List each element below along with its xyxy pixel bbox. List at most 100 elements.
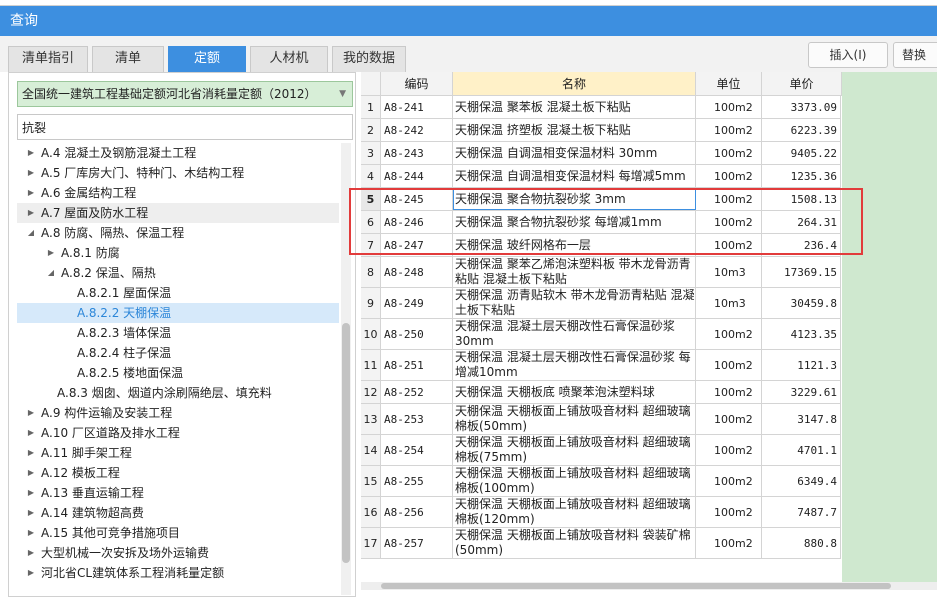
tree-scrollbar-thumb[interactable] (342, 323, 350, 563)
expand-icon[interactable]: ▶ (25, 523, 37, 543)
expand-icon[interactable]: ▶ (25, 423, 37, 443)
cell-price-text: 3373.09 (790, 100, 837, 114)
tab-bill[interactable]: 清单 (92, 46, 164, 72)
table-row[interactable]: 13 A8-253 天棚保温 天棚板面上铺放吸音材料 超细玻璃棉板(50mm) 100… (361, 404, 841, 435)
table-row[interactable]: 12 A8-252 天棚保温 天棚板底 喷聚苯泡沫塑料球 100m2 3229.61 (361, 381, 841, 404)
query-window: 查询 清单指引 清单 定额 人材机 我的数据 插入(I) 替换 全国统一建筑工程… (0, 0, 937, 597)
table-row[interactable]: 17 A8-257 天棚保温 天棚板面上铺放吸音材料 袋装矿棉(50mm) 100m2… (361, 528, 841, 559)
collapse-icon[interactable]: ◢ (45, 263, 57, 283)
tree-node[interactable]: ▶ A.5 厂库房大门、特种门、木结构工程 (17, 163, 339, 183)
expand-icon[interactable]: ▶ (25, 163, 37, 183)
tab-labor-material[interactable]: 人材机 (250, 46, 328, 72)
tree-node[interactable]: ▶ A.15 其他可竞争措施项目 (17, 523, 339, 543)
cell-name-text: 天棚保温 天棚板面上铺放吸音材料 超细玻璃棉板(100mm) (455, 466, 691, 495)
expand-icon[interactable]: ▶ (25, 203, 37, 223)
grid-scrollbar-thumb[interactable] (381, 583, 891, 589)
tree-node[interactable]: ▶ A.6 金属结构工程 (17, 183, 339, 203)
tree-node[interactable]: A.8.2.5 楼地面保温 (17, 363, 339, 383)
library-dropdown[interactable]: 全国统一建筑工程基础定额河北省消耗量定额（2012） ▼ (17, 81, 353, 107)
chapter-tree: ▶ A.4 混凝土及钢筋混凝土工程 ▶ A.5 厂库房大门、特种门、木结构工程 ▶ A.6… (17, 143, 339, 595)
tab-bill-guide[interactable]: 清单指引 (8, 46, 88, 72)
grid-horizontal-scrollbar[interactable] (361, 582, 937, 590)
tree-node[interactable]: ▶ A.8.1 防腐 (17, 243, 339, 263)
collapse-icon[interactable]: ◢ (25, 223, 37, 243)
cell-price-text: 30459.8 (790, 296, 837, 310)
table-row[interactable]: 16 A8-256 天棚保温 天棚板面上铺放吸音材料 超细玻璃棉板(120mm) 10… (361, 497, 841, 528)
tree-node[interactable]: A.8.3 烟囱、烟道内涂刷隔绝层、填充料 (17, 383, 339, 403)
tree-node[interactable]: ▶ A.14 建筑物超高费 (17, 503, 339, 523)
cell-name: 天棚保温 混凝土层天棚改性石膏保温砂浆 30mm (453, 319, 696, 349)
expand-icon[interactable]: ▶ (25, 183, 37, 203)
table-row[interactable]: 1 A8-241 天棚保温 聚苯板 混凝土板下粘贴 100m2 3373.09 (361, 96, 841, 119)
tree-node[interactable]: A.8.2.3 墙体保温 (17, 323, 339, 343)
tree-node[interactable]: ▶ A.12 模板工程 (17, 463, 339, 483)
expand-icon[interactable]: ▶ (25, 143, 37, 163)
detail-pane (842, 72, 937, 582)
expand-icon[interactable]: ▶ (25, 563, 37, 583)
table-row[interactable]: 7 A8-247 天棚保温 玻纤网格布一层 100m2 236.4 (361, 234, 841, 257)
tree-node[interactable]: A.8.2.1 屋面保温 (17, 283, 339, 303)
header-price[interactable]: 单价 (762, 72, 842, 96)
table-row[interactable]: 5 A8-245 天棚保温 聚合物抗裂砂浆 3mm 100m2 1508.13 (361, 188, 841, 211)
table-row[interactable]: 6 A8-246 天棚保温 聚合物抗裂砂浆 每增减1mm 100m2 264.31 (361, 211, 841, 234)
tree-node[interactable]: ▶ A.13 垂直运输工程 (17, 483, 339, 503)
tree-node[interactable]: ▶ A.10 厂区道路及排水工程 (17, 423, 339, 443)
cell-name: 天棚保温 沥青贴软木 带木龙骨沥青粘贴 混凝土板下粘贴 (453, 288, 696, 318)
insert-button[interactable]: 插入(I) (808, 42, 888, 68)
tree-scrollbar[interactable] (341, 143, 351, 595)
cell-name-text: 天棚保温 聚苯乙烯泡沫塑料板 带木龙骨沥青粘贴 混凝土板下粘贴 (455, 257, 691, 286)
tree-node[interactable]: ▶ A.9 构件运输及安装工程 (17, 403, 339, 423)
cell-unit-text: 100m2 (714, 505, 753, 519)
quota-grid-panel: 编码 名称 单位 单价 1 A8-241 天棚保温 聚苯板 混凝土板下粘贴 100m2… (361, 72, 937, 597)
chevron-down-icon[interactable]: ▼ (339, 82, 346, 106)
tree-node[interactable]: ▶ 大型机械一次安拆及场外运输费 (17, 543, 339, 563)
tree-node[interactable]: ▶ A.7 屋面及防水工程 (17, 203, 339, 223)
header-code[interactable]: 编码 (381, 72, 453, 96)
cell-price-text: 17369.15 (784, 265, 837, 279)
expand-icon[interactable]: ▶ (25, 503, 37, 523)
expand-icon[interactable]: ▶ (25, 543, 37, 563)
row-index: 10 (361, 319, 381, 349)
cell-name-text: 天棚保温 天棚板面上铺放吸音材料 超细玻璃棉板(75mm) (455, 435, 691, 464)
cell-unit: 100m2 (696, 165, 762, 187)
table-row[interactable]: 3 A8-243 天棚保温 自调温相变保温材料 30mm 100m2 9405.22 (361, 142, 841, 165)
expand-icon[interactable]: ▶ (25, 463, 37, 483)
table-row[interactable]: 4 A8-244 天棚保温 自调温相变保温材料 每增减5mm 100m2 1235.36 (361, 165, 841, 188)
expand-icon[interactable]: ▶ (45, 243, 57, 263)
cell-name: 天棚保温 天棚板面上铺放吸音材料 超细玻璃棉板(120mm) (453, 497, 696, 527)
cell-code-text: A8-244 (384, 169, 424, 183)
replace-button[interactable]: 替换 (893, 42, 937, 68)
tree-node[interactable]: A.8.2.2 天棚保温 (17, 303, 339, 323)
table-row[interactable]: 10 A8-250 天棚保温 混凝土层天棚改性石膏保温砂浆 30mm 100m2 412… (361, 319, 841, 350)
tree-node[interactable]: ▶ A.11 脚手架工程 (17, 443, 339, 463)
table-row[interactable]: 15 A8-255 天棚保温 天棚板面上铺放吸音材料 超细玻璃棉板(100mm) 10… (361, 466, 841, 497)
tab-my-data[interactable]: 我的数据 (332, 46, 406, 72)
tree-node-label: A.8 防腐、隔热、保温工程 (41, 226, 185, 240)
tree-node-label: A.8.1 防腐 (61, 246, 120, 260)
row-index-text: 13 (363, 412, 378, 426)
search-input[interactable] (17, 114, 353, 140)
table-row[interactable]: 9 A8-249 天棚保温 沥青贴软木 带木龙骨沥青粘贴 混凝土板下粘贴 10m3 30… (361, 288, 841, 319)
cell-name-text: 天棚保温 玻纤网格布一层 (455, 237, 591, 252)
tree-node[interactable]: ▶ 河北省CL建筑体系工程消耗量定额 (17, 563, 339, 583)
cell-price: 6223.39 (762, 119, 841, 141)
expand-icon[interactable]: ▶ (25, 403, 37, 423)
tab-quota[interactable]: 定额 (168, 46, 246, 72)
expand-icon[interactable]: ▶ (25, 443, 37, 463)
cell-unit: 100m2 (696, 234, 762, 256)
table-row[interactable]: 14 A8-254 天棚保温 天棚板面上铺放吸音材料 超细玻璃棉板(75mm) 100… (361, 435, 841, 466)
header-name[interactable]: 名称 (453, 72, 696, 96)
tree-node[interactable]: A.8.2.4 柱子保温 (17, 343, 339, 363)
tree-node[interactable]: ◢ A.8.2 保温、隔热 (17, 263, 339, 283)
table-row[interactable]: 2 A8-242 天棚保温 挤塑板 混凝土板下粘贴 100m2 6223.39 (361, 119, 841, 142)
table-row[interactable]: 8 A8-248 天棚保温 聚苯乙烯泡沫塑料板 带木龙骨沥青粘贴 混凝土板下粘贴 10… (361, 257, 841, 288)
tree-node[interactable]: ▶ A.4 混凝土及钢筋混凝土工程 (17, 143, 339, 163)
cell-unit-text: 10m3 (714, 296, 746, 310)
table-row[interactable]: 11 A8-251 天棚保温 混凝土层天棚改性石膏保温砂浆 每增减10mm 100m2… (361, 350, 841, 381)
cell-unit: 100m2 (696, 404, 762, 434)
header-unit[interactable]: 单位 (696, 72, 762, 96)
cell-code: A8-243 (381, 142, 453, 164)
cell-name: 天棚保温 天棚板底 喷聚苯泡沫塑料球 (453, 381, 696, 403)
expand-icon[interactable]: ▶ (25, 483, 37, 503)
tree-node[interactable]: ◢ A.8 防腐、隔热、保温工程 (17, 223, 339, 243)
